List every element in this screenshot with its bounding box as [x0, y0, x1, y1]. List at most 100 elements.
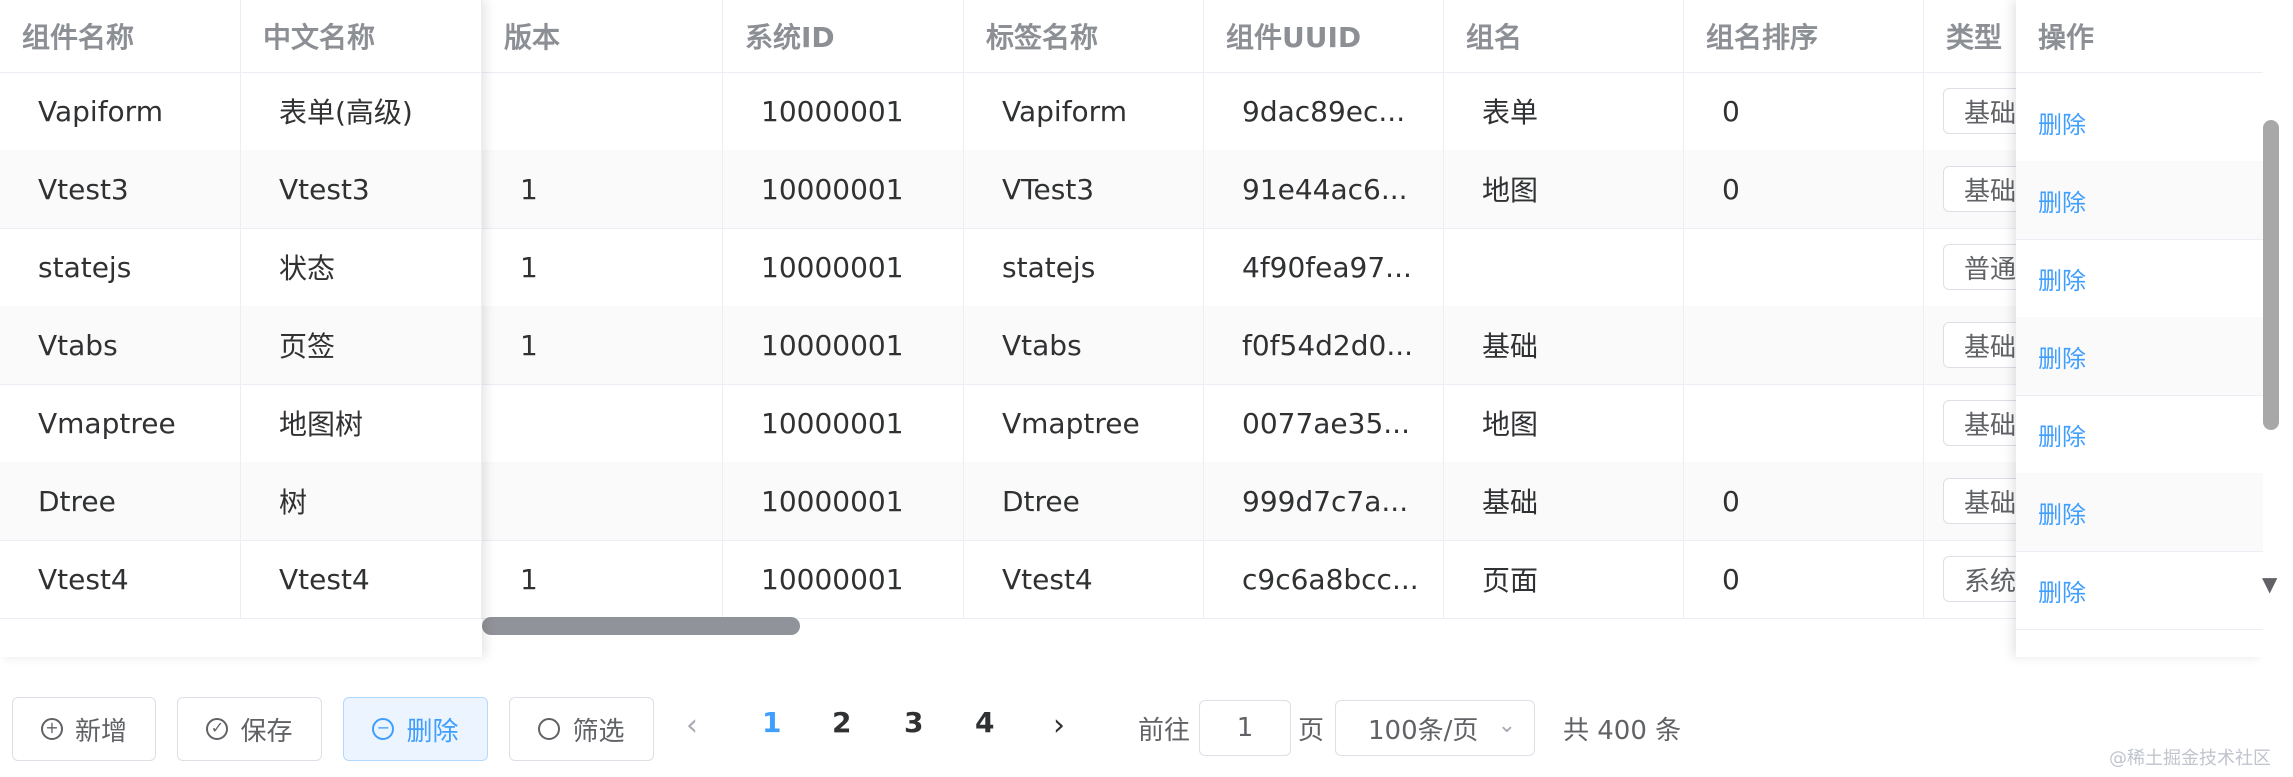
page-2[interactable]: 2 [832, 706, 851, 739]
filter-button[interactable]: 筛选 [509, 697, 654, 761]
delete-button[interactable]: − 删除 [343, 697, 488, 761]
cell-version: 1 [482, 228, 723, 306]
row-delete-link[interactable]: 删除 [2016, 261, 2086, 296]
cell-tag-name: Vmaptree [964, 384, 1204, 462]
cell-tag-name: Dtree [964, 462, 1204, 540]
cell-uuid: 999d7c7a... [1204, 462, 1444, 540]
vertical-scrollbar[interactable] [2263, 120, 2279, 430]
type-select-value: 基础 [1964, 488, 2017, 519]
header-uuid[interactable]: 组件UUID [1204, 0, 1444, 72]
cell-version [482, 384, 723, 462]
horizontal-scrollbar[interactable] [482, 617, 800, 635]
goto-page-input[interactable] [1199, 700, 1291, 756]
table-row-fixed-left[interactable]: Vapiform 表单(高级) [0, 72, 482, 151]
header-group-order[interactable]: 组名排序 [1684, 0, 1924, 72]
fixed-right-columns: 操作 删除 删除 删除 删除 删除 删除 删除 [2016, 0, 2263, 657]
cell-tag-name: Vtabs [964, 306, 1204, 384]
filter-button-label: 筛选 [572, 716, 625, 747]
row-delete-link[interactable]: 删除 [2016, 339, 2086, 374]
component-table: 版本 系统ID 标签名称 组件UUID 组名 组名排序 类型 10000001 V… [0, 0, 2263, 687]
cell-actions: 删除 [2016, 551, 2263, 629]
cell-system-id: 10000001 [723, 228, 964, 306]
page-size-select[interactable]: 100条/页 ⌄ [1335, 700, 1535, 756]
next-page-icon[interactable]: › [1053, 708, 1065, 743]
cell-tag-name: Vtest4 [964, 540, 1204, 618]
component-table-page: 版本 系统ID 标签名称 组件UUID 组名 组名排序 类型 10000001 V… [0, 0, 2293, 777]
add-button[interactable]: + 新增 [12, 697, 156, 761]
cell-uuid: c9c6a8bcc... [1204, 540, 1444, 618]
cell-chinese-name: Vtest3 [241, 150, 482, 228]
cell-version: 1 [482, 150, 723, 228]
cell-version: 1 [482, 306, 723, 384]
cell-uuid: 4f90fea97... [1204, 228, 1444, 306]
cell-tag-name: statejs [964, 228, 1204, 306]
row-delete-link[interactable]: 删除 [2016, 183, 2086, 218]
table-row-fixed-right: 删除 [2016, 473, 2263, 552]
header-actions: 操作 [2038, 21, 2095, 54]
cell-group-name: 表单 [1444, 72, 1684, 150]
table-row-fixed-right: 删除 [2016, 239, 2263, 318]
table-row-fixed-left[interactable]: Dtree 树 [0, 462, 482, 541]
prev-page-icon[interactable]: ‹ [686, 708, 698, 743]
table-row-fixed-left[interactable]: Vtest4 Vtest4 [0, 540, 482, 619]
header-system-id[interactable]: 系统ID [723, 0, 964, 72]
goto-suffix: 页 [1298, 716, 1325, 746]
table-row-fixed-right: 删除 [2016, 317, 2263, 396]
type-select-value: 基础 [1964, 176, 2017, 207]
row-delete-link[interactable]: 删除 [2016, 495, 2086, 530]
cell-component-name: statejs [0, 228, 241, 306]
table-row-fixed-right: 删除 [2016, 83, 2263, 162]
page-3[interactable]: 3 [904, 706, 923, 739]
table-row-fixed-left[interactable]: Vtabs 页签 [0, 306, 482, 385]
cell-system-id: 10000001 [723, 462, 964, 540]
type-select-value: 基础 [1964, 332, 2017, 363]
table-row-fixed-left[interactable]: Vmaptree 地图树 [0, 384, 482, 463]
cell-system-id: 10000001 [723, 306, 964, 384]
page-1[interactable]: 1 [762, 706, 781, 739]
cell-component-name: Vapiform [0, 72, 241, 150]
fixed-right-header: 操作 [2016, 0, 2263, 73]
goto-prefix: 前往 [1138, 716, 1191, 746]
add-button-label: 新增 [74, 716, 127, 747]
cell-system-id: 10000001 [723, 150, 964, 228]
table-row-fixed-left[interactable]: statejs 状态 [0, 228, 482, 307]
cell-system-id: 10000001 [723, 384, 964, 462]
check-circle-icon: ✓ [206, 718, 229, 740]
cell-actions: 删除 [2016, 473, 2263, 551]
cell-component-name: Vtest4 [0, 540, 241, 618]
cell-group-order: 0 [1684, 462, 1924, 540]
row-delete-link[interactable]: 删除 [2016, 105, 2086, 140]
delete-button-label: 删除 [406, 716, 459, 747]
cell-actions: 删除 [2016, 239, 2263, 317]
cell-group-name [1444, 228, 1684, 306]
scroll-down-arrow-icon[interactable]: ▼ [2262, 572, 2277, 596]
cell-group-name: 地图 [1444, 384, 1684, 462]
cell-actions: 删除 [2016, 83, 2263, 161]
header-version[interactable]: 版本 [482, 0, 723, 72]
cell-actions: 删除 [2016, 161, 2263, 239]
row-delete-link[interactable]: 删除 [2016, 417, 2086, 452]
table-row-fixed-right: 删除 [2016, 161, 2263, 240]
row-delete-link[interactable]: 删除 [2016, 573, 2086, 608]
header-component-name[interactable]: 组件名称 [0, 0, 241, 72]
table-footer: + 新增 ✓ 保存 − 删除 筛选 ‹ 1 2 3 4 › 前往 页 100条/… [0, 686, 2293, 777]
table-row-fixed-right: 删除 [2016, 395, 2263, 474]
page-4[interactable]: 4 [975, 706, 994, 739]
minus-circle-icon: − [372, 718, 395, 740]
cell-group-order: 0 [1684, 150, 1924, 228]
cell-group-order [1684, 306, 1924, 384]
header-group-name[interactable]: 组名 [1444, 0, 1684, 72]
cell-system-id: 10000001 [723, 72, 964, 150]
cell-system-id: 10000001 [723, 540, 964, 618]
cell-component-name: Dtree [0, 462, 241, 540]
page-size-value: 100条/页 [1368, 715, 1479, 746]
search-icon [538, 718, 561, 740]
header-tag-name[interactable]: 标签名称 [964, 0, 1204, 72]
header-chinese-name[interactable]: 中文名称 [241, 0, 482, 72]
table-row-fixed-left[interactable]: Vtest3 Vtest3 [0, 150, 482, 229]
save-button[interactable]: ✓ 保存 [177, 697, 322, 761]
type-select-value: 基础 [1964, 410, 2017, 441]
cell-chinese-name: 状态 [241, 228, 482, 306]
table-row-fixed-right: 删除 [2016, 551, 2263, 630]
total-count: 共 400 条 [1563, 716, 1682, 746]
